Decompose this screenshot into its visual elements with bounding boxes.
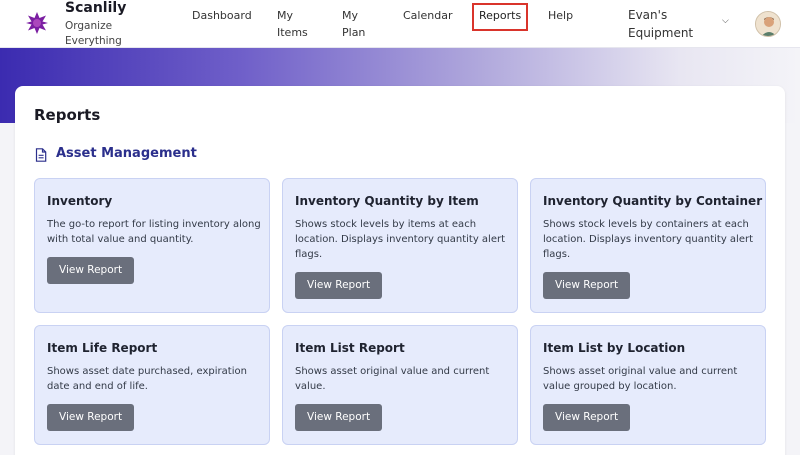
- top-navigation-bar: Scanlily Organize Everything Dashboard M…: [0, 0, 800, 48]
- card-title: Inventory Quantity by Container: [543, 194, 763, 208]
- page-title: Reports: [34, 106, 101, 124]
- nav-reports[interactable]: Reports: [472, 3, 529, 31]
- account-selector[interactable]: Evan's Equipment: [628, 6, 708, 42]
- view-report-button[interactable]: View Report: [295, 404, 383, 431]
- report-card-inventory: Inventory The go-to report for listing i…: [34, 178, 270, 313]
- scanlily-logo-icon[interactable]: [26, 12, 48, 34]
- card-title: Item List Report: [295, 341, 405, 355]
- view-report-button[interactable]: View Report: [295, 272, 383, 299]
- card-description: Shows asset date purchased, expiration d…: [47, 366, 247, 392]
- view-report-button[interactable]: View Report: [543, 404, 631, 431]
- card-description: Shows asset original value and current v…: [295, 366, 490, 392]
- nav-dashboard[interactable]: Dashboard: [192, 7, 252, 24]
- chevron-down-icon[interactable]: ⌵: [722, 16, 729, 26]
- section-title: Asset Management: [56, 146, 197, 161]
- card-description: Shows stock levels by containers at each…: [543, 219, 754, 260]
- view-report-button[interactable]: View Report: [47, 257, 135, 284]
- avatar[interactable]: [755, 11, 781, 37]
- card-title: Inventory Quantity by Item: [295, 194, 479, 208]
- user-avatar-icon: [756, 12, 780, 36]
- nav-my-plan[interactable]: My Plan: [342, 7, 372, 41]
- document-icon: [35, 148, 47, 162]
- report-card-item-list: Item List Report Shows asset original va…: [282, 325, 518, 445]
- view-report-button[interactable]: View Report: [543, 272, 631, 299]
- card-description: The go-to report for listing inventory a…: [47, 219, 261, 245]
- report-card-inventory-quantity-by-item: Inventory Quantity by Item Shows stock l…: [282, 178, 518, 313]
- card-title: Item Life Report: [47, 341, 158, 355]
- nav-calendar[interactable]: Calendar: [403, 7, 452, 24]
- view-report-button[interactable]: View Report: [47, 404, 135, 431]
- report-card-inventory-quantity-by-container: Inventory Quantity by Container Shows st…: [530, 178, 766, 313]
- brand-tagline: Organize Everything: [65, 20, 122, 47]
- report-card-item-list-by-location: Item List by Location Shows asset origin…: [530, 325, 766, 445]
- report-card-item-life: Item Life Report Shows asset date purcha…: [34, 325, 270, 445]
- brand-name[interactable]: Scanlily: [65, 0, 126, 16]
- card-description: Shows asset original value and current v…: [543, 366, 738, 392]
- card-title: Inventory: [47, 194, 113, 208]
- card-description: Shows stock levels by items at each loca…: [295, 219, 506, 260]
- nav-help[interactable]: Help: [548, 7, 573, 24]
- card-title: Item List by Location: [543, 341, 686, 355]
- nav-my-items[interactable]: My Items: [277, 7, 313, 41]
- reports-panel: Reports Asset Management Inventory The g…: [15, 86, 785, 455]
